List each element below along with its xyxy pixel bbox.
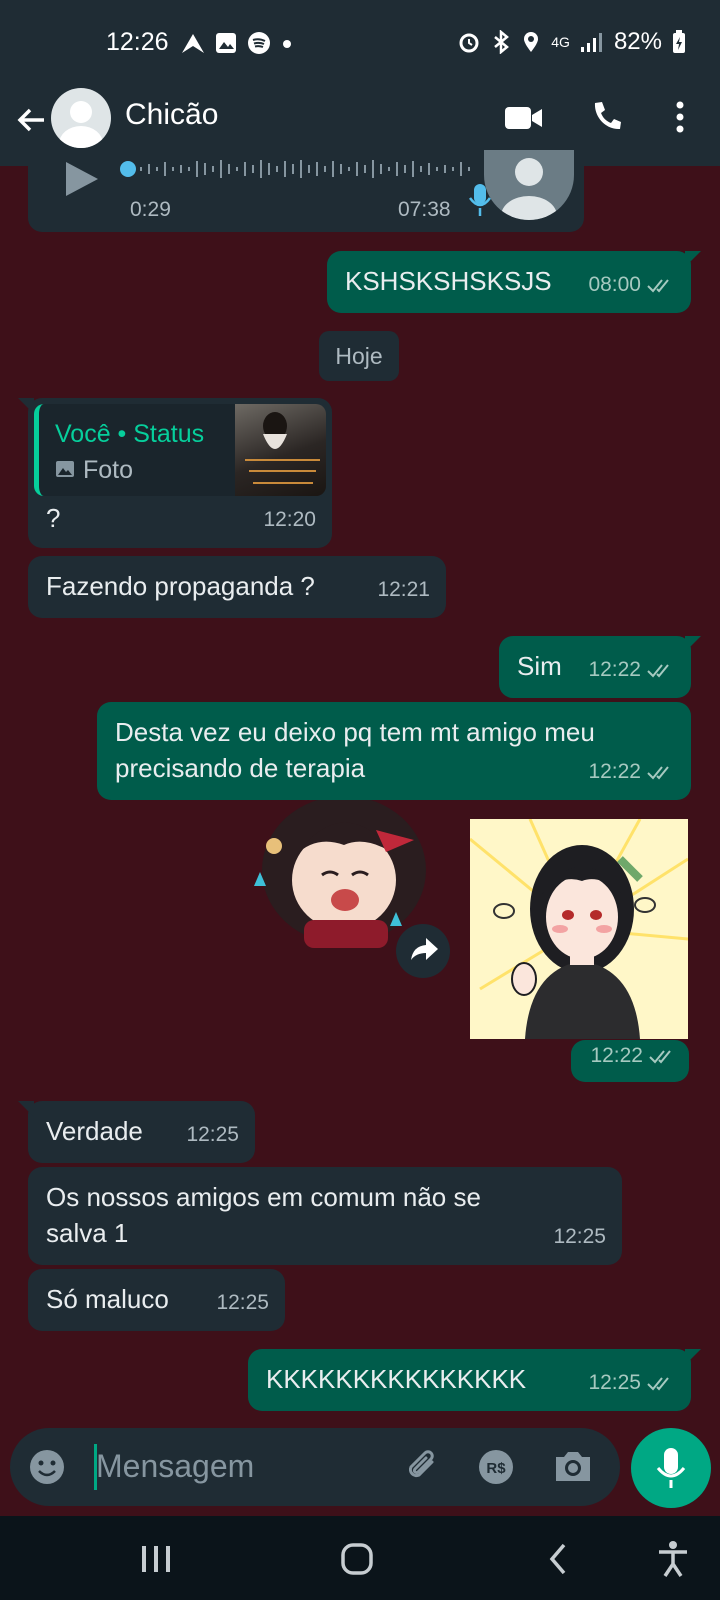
default-avatar-icon (501, 158, 557, 220)
forward-button[interactable] (396, 924, 450, 978)
message-text: ? (46, 503, 61, 533)
message-time: 12:25 (553, 1225, 606, 1248)
date-chip: Hoje (319, 331, 399, 381)
network-label: 4G (551, 34, 570, 50)
message-time: 12:22 (588, 658, 641, 681)
status-reply-preview[interactable]: Você • Status Foto (34, 404, 326, 496)
status-bar: 12:26 4G 82% (0, 0, 720, 88)
message-text: Sim (517, 651, 562, 681)
arrow-up-icon (182, 34, 204, 53)
message-time: 12:22 (588, 760, 641, 783)
attach-icon[interactable] (402, 1446, 442, 1486)
payment-icon[interactable]: R$ (477, 1448, 515, 1486)
svg-text:R$: R$ (486, 1460, 506, 1477)
message-time: 12:21 (377, 578, 430, 601)
back-nav-icon[interactable] (548, 1542, 568, 1576)
gallery-icon (216, 33, 236, 53)
message-incoming[interactable]: Os nossos amigos em comum não se salva 1… (28, 1167, 622, 1265)
default-avatar-icon (59, 101, 103, 148)
photo-timestamp: 12:22 (571, 1040, 689, 1082)
message-time: 12:25 (588, 1371, 641, 1394)
message-outgoing[interactable]: KKKKKKKKKKKKKKK 12:25 (248, 1349, 701, 1411)
camera-icon[interactable] (553, 1448, 593, 1484)
message-time: 12:22 (590, 1044, 643, 1067)
video-call-icon[interactable] (504, 104, 544, 132)
photo-message[interactable] (470, 819, 688, 1039)
contact-name[interactable]: Chicão (125, 98, 218, 132)
battery-percent: 82% (613, 28, 662, 55)
location-icon (524, 32, 539, 52)
status-thumbnail (235, 404, 326, 496)
voice-message[interactable]: 0:29 07:38 (28, 150, 584, 232)
accessibility-icon[interactable] (656, 1540, 690, 1578)
message-text: Verdade (46, 1116, 143, 1146)
home-icon[interactable] (340, 1542, 374, 1576)
message-text: KKKKKKKKKKKKKKK (266, 1364, 527, 1394)
voice-elapsed: 0:29 (130, 198, 171, 221)
spotify-icon (248, 32, 270, 54)
message-input[interactable]: Mensagem (96, 1448, 254, 1485)
voice-time: 07:38 (398, 198, 451, 221)
mic-icon (468, 184, 492, 216)
message-time: 12:25 (186, 1123, 239, 1146)
photo-icon (56, 461, 74, 477)
forward-icon (411, 938, 438, 960)
voice-call-icon[interactable] (590, 100, 622, 134)
message-time: 12:20 (263, 508, 316, 531)
reply-author: Você • Status (55, 420, 205, 448)
status-time: 12:26 (106, 28, 169, 56)
waveform[interactable] (120, 156, 480, 186)
bluetooth-icon (494, 30, 510, 54)
message-text: Fazendo propaganda ? (46, 571, 315, 601)
recents-icon[interactable] (140, 1544, 172, 1574)
dot-icon (283, 40, 291, 48)
message-time: 12:25 (216, 1291, 269, 1314)
message-text: Só maluco (46, 1284, 169, 1314)
play-icon[interactable] (64, 160, 100, 198)
double-check-icon (647, 766, 669, 780)
message-incoming[interactable]: Só maluco 12:25 (28, 1269, 285, 1331)
voice-sender-avatar (484, 150, 574, 220)
battery-charging-icon (673, 30, 685, 53)
contact-avatar[interactable] (51, 88, 111, 148)
message-composer: Mensagem R$ (10, 1428, 620, 1506)
message-incoming[interactable]: Você • Status Foto ? 12:20 (18, 398, 332, 548)
reply-type: Foto (83, 456, 134, 484)
voice-record-button[interactable] (631, 1428, 711, 1508)
message-incoming[interactable]: Fazendo propaganda ? 12:21 (28, 556, 446, 618)
double-check-icon (647, 1377, 669, 1391)
message-outgoing[interactable]: Sim 12:22 (499, 636, 701, 698)
double-check-icon (647, 664, 669, 678)
back-arrow-icon[interactable] (14, 102, 50, 138)
message-time: 08:00 (588, 273, 641, 296)
photo-character (470, 819, 688, 1039)
double-check-icon (649, 1050, 671, 1064)
message-text: Os nossos amigos em comum não se salva 1 (46, 1182, 481, 1248)
message-outgoing[interactable]: Desta vez eu deixo pq tem mt amigo meu p… (97, 702, 691, 800)
microphone-icon (656, 1448, 686, 1488)
signal-icon (580, 33, 602, 52)
double-check-icon (647, 279, 669, 293)
more-options-icon[interactable] (675, 100, 685, 134)
message-text: KSHSKSHSKSJS (345, 266, 552, 296)
emoji-icon[interactable] (28, 1448, 66, 1486)
message-incoming[interactable]: Verdade 12:25 (18, 1101, 255, 1163)
thumbnail-figure (245, 412, 320, 484)
message-outgoing[interactable]: KSHSKSHSKSJS 08:00 (327, 251, 701, 313)
alarm-icon (459, 33, 479, 53)
system-nav-bar (0, 1516, 720, 1600)
